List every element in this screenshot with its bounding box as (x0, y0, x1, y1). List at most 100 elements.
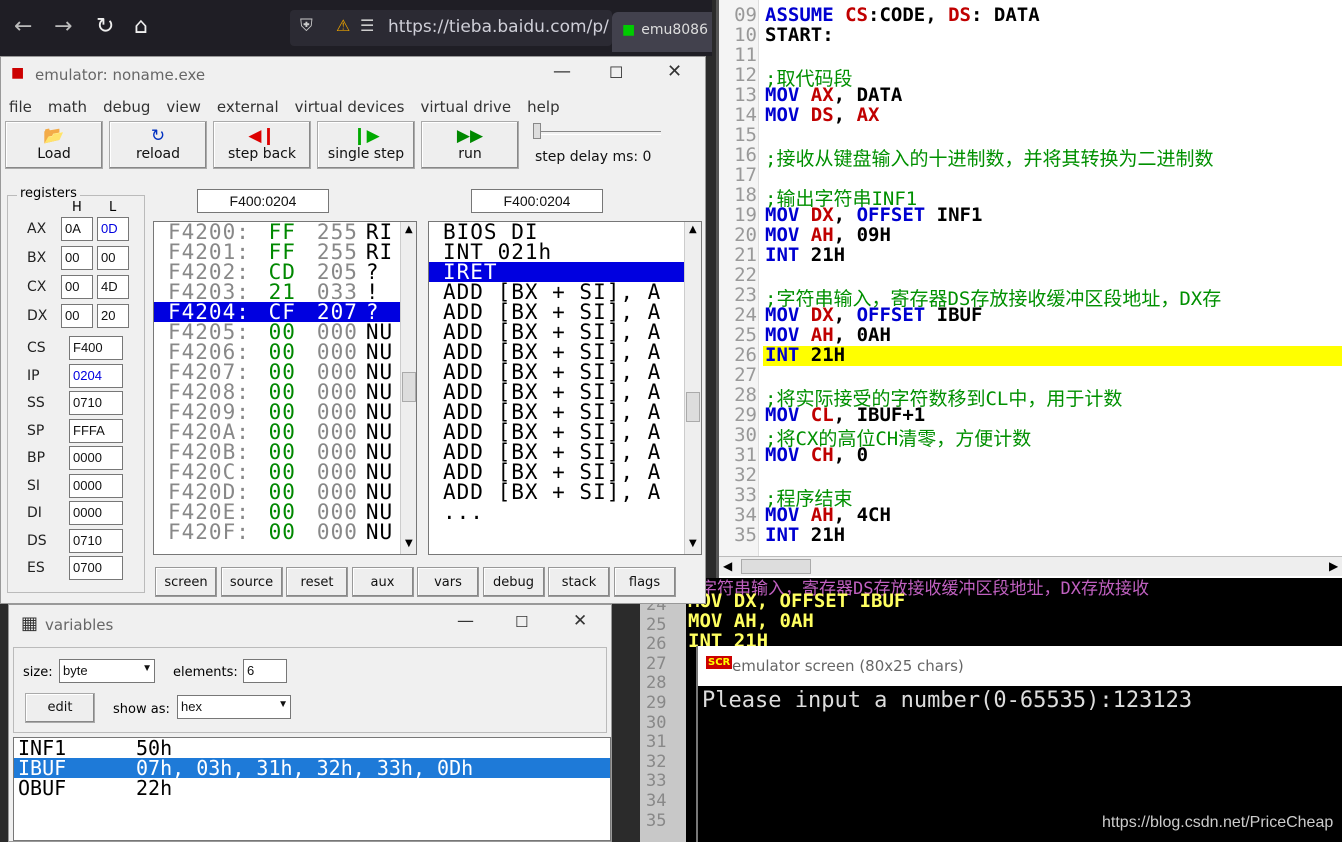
register-input[interactable]: 0000 (69, 446, 123, 470)
memory-row[interactable]: F4204: CF 207? (154, 302, 400, 323)
memory-row[interactable]: F420D: 00 000 NU (154, 482, 400, 503)
code-line[interactable]: MOV DS, AX (765, 104, 879, 126)
menu-item[interactable]: view (166, 98, 201, 116)
home-icon[interactable]: ⌂ (134, 14, 148, 39)
elements-input[interactable]: 6 (243, 659, 287, 683)
menu-item[interactable]: virtual drive (420, 98, 511, 116)
disasm-address-input[interactable]: F400:0204 (471, 189, 603, 213)
forward-icon[interactable]: → (54, 14, 72, 39)
panel-button-screen[interactable]: screen (155, 567, 217, 597)
code-line[interactable]: INT 21H (765, 344, 845, 366)
panel-button-debug[interactable]: debug (482, 567, 545, 597)
single-step-button[interactable]: ❙▶ single step (317, 121, 415, 169)
memory-address-input[interactable]: F400:0204 (197, 189, 329, 213)
register-input[interactable]: 0710 (69, 391, 123, 415)
disasm-row[interactable]: ADD [BX + SI], A (429, 282, 684, 302)
code-line[interactable]: ASSUME CS:CODE, DS: DATA (765, 4, 1040, 26)
disasm-row[interactable]: INT 021h (429, 242, 684, 262)
register-low-input[interactable]: 4D (97, 275, 129, 299)
register-input[interactable]: F400 (69, 336, 123, 360)
disasm-row[interactable]: ADD [BX + SI], A (429, 302, 684, 322)
show-as-select[interactable]: hex ▼ (177, 695, 291, 719)
code-line[interactable]: INT 21H (765, 524, 845, 546)
disasm-row[interactable]: ADD [BX + SI], A (429, 402, 684, 422)
memory-row[interactable]: F420F: 00 000 NU (154, 522, 400, 543)
register-high-input[interactable]: 00 (61, 304, 93, 328)
url-text[interactable]: https://tieba.baidu.com/p/ (388, 17, 609, 37)
disasm-row[interactable]: ADD [BX + SI], A (429, 442, 684, 462)
register-high-input[interactable]: 00 (61, 246, 93, 270)
menu-item[interactable]: virtual devices (295, 98, 405, 116)
close-button[interactable]: ✕ (573, 611, 587, 631)
register-input[interactable]: 0700 (69, 556, 123, 580)
menu-item[interactable]: file (9, 98, 32, 116)
disasm-row[interactable]: ADD [BX + SI], A (429, 482, 684, 502)
slider-thumb[interactable] (533, 123, 541, 139)
menu-item[interactable]: math (48, 98, 87, 116)
register-input[interactable]: 0204 (69, 363, 123, 388)
horizontal-scrollbar[interactable]: ◀ ▶ (719, 556, 1342, 576)
chevron-down-icon[interactable]: ▼ (142, 663, 152, 674)
size-select[interactable]: byte ▼ (59, 659, 155, 683)
disasm-row[interactable]: ADD [BX + SI], A (429, 342, 684, 362)
reload-button[interactable]: ↻ reload (109, 121, 207, 169)
disasm-row[interactable]: BIOS DI (429, 222, 684, 242)
disasm-row[interactable]: ADD [BX + SI], A (429, 362, 684, 382)
shield-icon[interactable]: ⛨ (300, 16, 313, 36)
code-line[interactable]: MOV AX, DATA (765, 84, 902, 106)
menu-item[interactable]: help (527, 98, 559, 116)
memory-list[interactable]: F4200: FF 255 RI F4201: FF 255 RI F4202: CD 205? F4… (153, 221, 417, 555)
disasm-row[interactable]: ADD [BX + SI], A (429, 382, 684, 402)
scroll-thumb[interactable] (741, 559, 811, 574)
register-input[interactable]: 0000 (69, 473, 123, 498)
register-input[interactable]: 0710 (69, 528, 123, 553)
register-low-input[interactable]: 00 (97, 246, 129, 270)
panel-button-stack[interactable]: stack (548, 567, 610, 597)
scroll-down-icon[interactable]: ▼ (689, 538, 697, 549)
register-high-input[interactable]: 0A (61, 217, 93, 241)
chevron-down-icon[interactable]: ▼ (278, 699, 288, 710)
scroll-up-icon[interactable]: ▲ (689, 224, 697, 235)
memory-row[interactable]: F420A: 00 000 NU (154, 422, 400, 443)
code-line[interactable]: ;接收从键盘输入的十进制数，并将其转换为二进制数 (765, 144, 1213, 171)
disasm-row[interactable]: ... (429, 502, 684, 522)
panel-button-source[interactable]: source (220, 567, 283, 597)
edit-button[interactable]: edit (25, 693, 95, 723)
run-button[interactable]: ▶▶ run (421, 121, 519, 169)
code-line[interactable]: MOV CL, IBUF+1 (765, 404, 925, 426)
code-line[interactable]: MOV DX, OFFSET INF1 (765, 204, 982, 226)
scroll-thumb[interactable] (402, 372, 416, 402)
menu-item[interactable]: debug (103, 98, 150, 116)
memory-row[interactable]: F4207: 00 000 NU (154, 362, 400, 383)
memory-row[interactable]: F4202: CD 205? (154, 262, 400, 283)
memory-row[interactable]: F4200: FF 255 RI (154, 222, 400, 243)
load-button[interactable]: 📂 Load (5, 121, 103, 169)
disassembly-list[interactable]: BIOS DI INT 021h IRET ADD [BX + SI], A ADD [… (428, 221, 702, 555)
disasm-row[interactable]: IRET (429, 262, 684, 282)
code-line[interactable]: MOV AH, 0AH (765, 324, 891, 346)
disasm-row[interactable]: ADD [BX + SI], A (429, 322, 684, 342)
menu-item[interactable]: external (217, 98, 279, 116)
register-input[interactable]: 0000 (69, 501, 123, 525)
disasm-row[interactable]: ADD [BX + SI], A (429, 422, 684, 442)
variable-row[interactable]: INF1 50h (14, 738, 610, 758)
memory-row[interactable]: F4209: 00 000 NU (154, 402, 400, 423)
memory-row[interactable]: F420B: 00 000 NU (154, 442, 400, 463)
memory-scrollbar[interactable]: ▲ ▼ (400, 222, 416, 554)
memory-row[interactable]: F4208: 00 000 NU (154, 382, 400, 403)
scroll-thumb[interactable] (686, 392, 700, 422)
panel-button-vars[interactable]: vars (417, 567, 479, 597)
panel-button-reset[interactable]: reset (286, 567, 348, 597)
disasm-scrollbar[interactable]: ▲ ▼ (684, 222, 701, 554)
minimize-button[interactable]: — (457, 611, 474, 631)
browser-tab[interactable]: ■ emu8086 (612, 12, 712, 52)
disasm-row[interactable]: ADD [BX + SI], A (429, 462, 684, 482)
memory-row[interactable]: F4201: FF 255 RI (154, 242, 400, 263)
variable-row[interactable]: OBUF 22h (14, 778, 610, 798)
permissions-icon[interactable]: ☰ (360, 16, 374, 35)
memory-row[interactable]: F420C: 00 000 NU (154, 462, 400, 483)
register-input[interactable]: FFFA (69, 418, 123, 443)
scroll-left-icon[interactable]: ◀ (723, 559, 732, 573)
close-button[interactable]: ✕ (667, 61, 682, 82)
register-low-input[interactable]: 20 (97, 304, 129, 328)
